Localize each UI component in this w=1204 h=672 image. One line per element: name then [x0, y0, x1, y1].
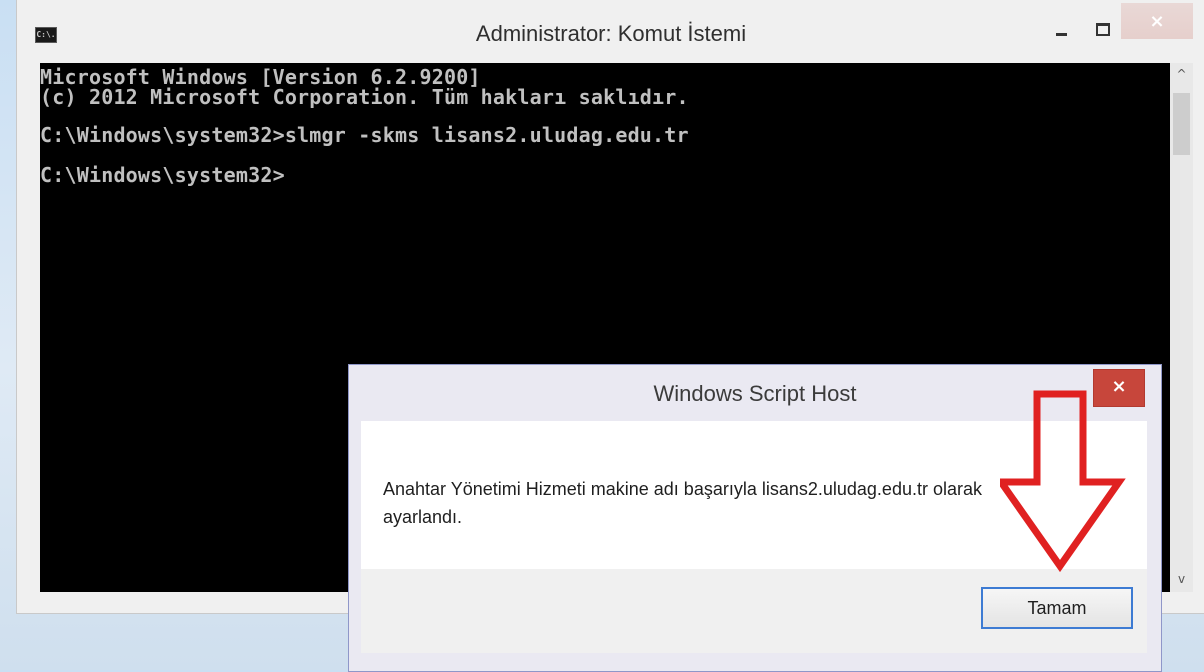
minimize-button[interactable] [1049, 19, 1075, 41]
console-line: (c) 2012 Microsoft Corporation. Tüm hakl… [40, 85, 689, 109]
scroll-up-icon[interactable]: ^ [1170, 65, 1193, 83]
close-icon: × [1149, 11, 1165, 32]
ok-button[interactable]: Tamam [981, 587, 1133, 629]
close-button[interactable]: × [1121, 3, 1193, 39]
vertical-scrollbar[interactable]: ^ v [1170, 63, 1193, 592]
console-line: C:\Windows\system32>slmgr -skms lisans2.… [40, 123, 689, 147]
annotation-arrow [1000, 390, 1126, 573]
console-line: Microsoft Windows [Version 6.2.9200] [40, 65, 481, 89]
scroll-thumb[interactable] [1173, 93, 1190, 155]
console-prompt: C:\Windows\system32> [40, 163, 285, 187]
cmd-window-title: Administrator: Komut İstemi [475, 21, 747, 46]
scroll-down-icon[interactable]: v [1170, 570, 1193, 588]
dialog-footer: Tamam [361, 569, 1147, 653]
maximize-button[interactable] [1089, 19, 1115, 41]
cmd-titlebar[interactable]: C:\. Administrator: Komut İstemi × [17, 0, 1204, 63]
